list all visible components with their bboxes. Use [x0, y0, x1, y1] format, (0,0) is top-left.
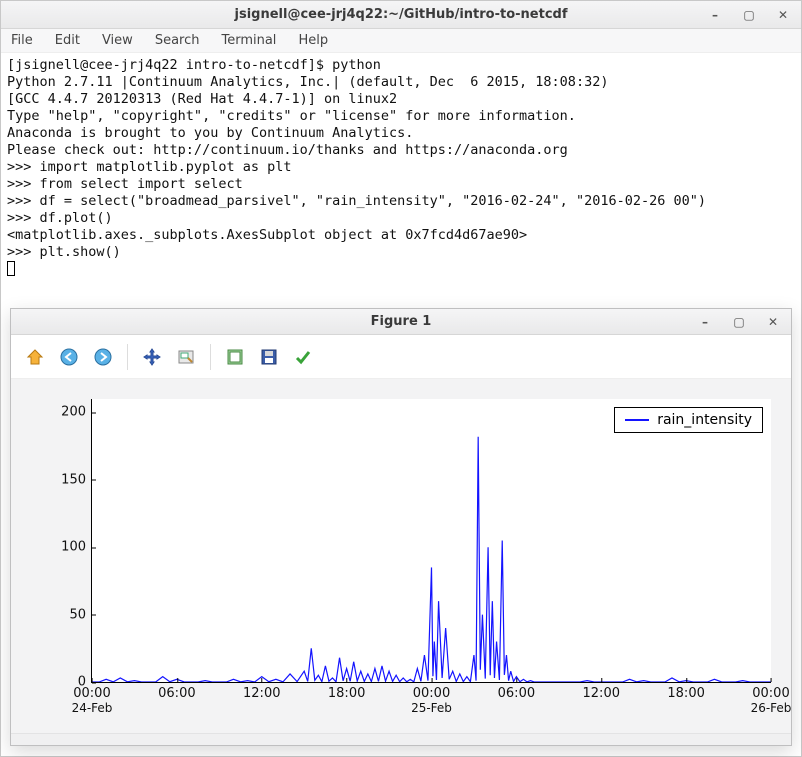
window-controls: – ▢ ✕ — [703, 1, 795, 29]
figure-title: Figure 1 — [371, 314, 432, 329]
forward-icon[interactable] — [89, 343, 117, 371]
xtick: 12:00 — [583, 682, 620, 701]
legend-swatch — [625, 419, 649, 421]
xtick: 00:0025-Feb — [411, 682, 452, 715]
pan-icon[interactable] — [138, 343, 166, 371]
menu-view[interactable]: View — [98, 29, 137, 52]
minimize-icon[interactable]: – — [703, 5, 727, 25]
terminal-menubar: File Edit View Search Terminal Help — [1, 29, 801, 53]
maximize-icon[interactable]: ▢ — [727, 312, 751, 332]
toolbar-separator — [210, 344, 211, 370]
terminal-cursor — [7, 261, 15, 276]
ytick: 200 — [61, 405, 92, 420]
menu-help[interactable]: Help — [294, 29, 332, 52]
back-icon[interactable] — [55, 343, 83, 371]
xtick: 18:00 — [667, 682, 704, 701]
xtick: 00:0024-Feb — [72, 682, 113, 715]
home-icon[interactable] — [21, 343, 49, 371]
xtick: 06:00 — [158, 682, 195, 701]
figure-window: Figure 1 – ▢ ✕ — [10, 308, 792, 746]
xtick: 18:00 — [328, 682, 365, 701]
toolbar-separator — [127, 344, 128, 370]
minimize-icon[interactable]: – — [693, 312, 717, 332]
terminal-titlebar[interactable]: jsignell@cee-jrj4q22:~/GitHub/intro-to-n… — [1, 1, 801, 29]
menu-terminal[interactable]: Terminal — [217, 29, 280, 52]
line-series — [92, 399, 771, 682]
terminal-title: jsignell@cee-jrj4q22:~/GitHub/intro-to-n… — [235, 7, 568, 22]
menu-search[interactable]: Search — [151, 29, 204, 52]
save-icon[interactable] — [255, 343, 283, 371]
ytick: 100 — [61, 540, 92, 555]
legend-label: rain_intensity — [657, 412, 752, 428]
chart-axes: rain_intensity 05010015020000:0024-Feb06… — [91, 399, 771, 683]
figure-toolbar — [11, 335, 791, 379]
figure-titlebar[interactable]: Figure 1 – ▢ ✕ — [11, 309, 791, 335]
figure-window-controls: – ▢ ✕ — [693, 309, 785, 335]
plot-canvas[interactable]: rain_intensity 05010015020000:0024-Feb06… — [11, 379, 791, 733]
close-icon[interactable]: ✕ — [771, 5, 795, 25]
ytick: 50 — [69, 607, 92, 622]
close-icon[interactable]: ✕ — [761, 312, 785, 332]
menu-edit[interactable]: Edit — [51, 29, 84, 52]
configure-icon[interactable] — [221, 343, 249, 371]
chart-legend: rain_intensity — [614, 407, 763, 433]
zoom-icon[interactable] — [172, 343, 200, 371]
check-icon[interactable] — [289, 343, 317, 371]
ytick: 150 — [61, 472, 92, 487]
xtick: 06:00 — [498, 682, 535, 701]
figure-statusbar — [11, 733, 791, 745]
menu-file[interactable]: File — [7, 29, 37, 52]
xtick: 12:00 — [243, 682, 280, 701]
xtick: 00:0026-Feb — [751, 682, 792, 715]
maximize-icon[interactable]: ▢ — [737, 5, 761, 25]
